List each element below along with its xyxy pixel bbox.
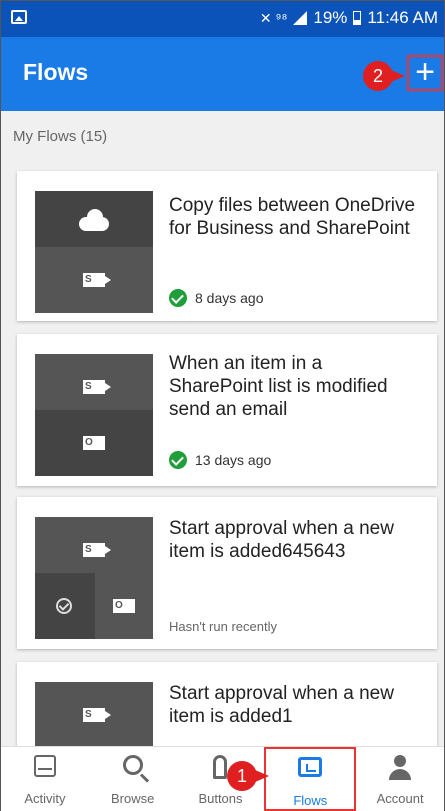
sharepoint-icon: S xyxy=(83,273,111,287)
nav-label: Flows xyxy=(293,793,328,808)
flow-thumbnail: S O xyxy=(35,517,153,639)
thumb-tile: O xyxy=(35,573,153,639)
nav-label: Browse xyxy=(111,791,155,806)
flow-status-text: 8 days ago xyxy=(195,290,264,306)
outlook-icon: O xyxy=(113,599,135,613)
onedrive-icon xyxy=(79,209,109,231)
flow-status: 13 days ago xyxy=(169,451,271,469)
thumb-tile: O xyxy=(35,410,153,476)
flow-card[interactable]: S O Start approval when a new item is ad… xyxy=(17,497,437,649)
battery-icon xyxy=(353,11,362,25)
success-check-icon xyxy=(169,451,187,469)
nav-label: Account xyxy=(376,791,424,806)
add-flow-button[interactable]: + xyxy=(407,55,443,91)
nav-browse[interactable]: Browse xyxy=(89,747,177,811)
battery-percent: 19% xyxy=(313,8,348,27)
signal-icon xyxy=(293,11,308,25)
status-glyphs: ✕ ⁹⁸ xyxy=(259,9,288,26)
status-bar: ✕ ⁹⁸ 19% 11:46 AM xyxy=(1,1,444,37)
nav-flows[interactable]: Flows xyxy=(264,747,357,811)
flow-status-text: Hasn't run recently xyxy=(169,619,277,634)
flow-title: Start approval when a new item is added6… xyxy=(169,518,394,562)
annotation-marker-2: 2 xyxy=(363,61,405,91)
success-check-icon xyxy=(169,289,187,307)
nav-label: Buttons xyxy=(198,791,243,806)
flow-title: When an item in a SharePoint list is mod… xyxy=(169,353,388,420)
nav-account[interactable]: Account xyxy=(356,747,444,811)
account-icon xyxy=(387,755,413,781)
bottom-nav: Activity Browse Buttons Flows Account xyxy=(1,746,444,811)
flow-title: Copy files between OneDrive for Business… xyxy=(169,195,416,239)
sharepoint-icon: S xyxy=(83,708,111,722)
buttons-icon xyxy=(213,755,228,779)
outlook-icon: O xyxy=(83,436,105,450)
activity-icon xyxy=(33,755,56,777)
search-icon xyxy=(122,755,143,775)
thumb-tile: S xyxy=(35,682,153,748)
nav-activity[interactable]: Activity xyxy=(1,747,89,811)
page-title: Flows xyxy=(23,59,89,85)
picture-icon xyxy=(11,10,27,24)
clock: 11:46 AM xyxy=(367,8,438,27)
flow-card[interactable]: S O When an item in a SharePoint list is… xyxy=(17,334,437,486)
status-right: ✕ ⁹⁸ 19% 11:46 AM xyxy=(260,8,438,28)
annotation-marker-1: 1 xyxy=(227,761,269,791)
flow-status-text: 13 days ago xyxy=(195,452,272,468)
flow-thumbnail: S O xyxy=(35,354,153,476)
flow-thumbnail: S xyxy=(35,191,153,313)
flow-status: Hasn't run recently xyxy=(169,619,277,634)
flow-title: Start approval when a new item is added1 xyxy=(169,683,394,727)
thumb-half: O xyxy=(95,573,153,639)
flows-icon xyxy=(298,757,323,777)
approvals-icon xyxy=(56,598,72,614)
section-label: My Flows (15) xyxy=(13,128,108,145)
sharepoint-icon: S xyxy=(83,543,111,557)
thumb-half xyxy=(35,573,93,639)
flow-status: 8 days ago xyxy=(169,289,264,307)
sharepoint-icon: S xyxy=(83,380,111,394)
app-bar: Flows 2 + xyxy=(1,37,444,111)
flow-card[interactable]: S Copy files between OneDrive for Busine… xyxy=(17,171,437,321)
thumb-tile: S xyxy=(35,247,153,313)
nav-label: Activity xyxy=(24,791,66,806)
